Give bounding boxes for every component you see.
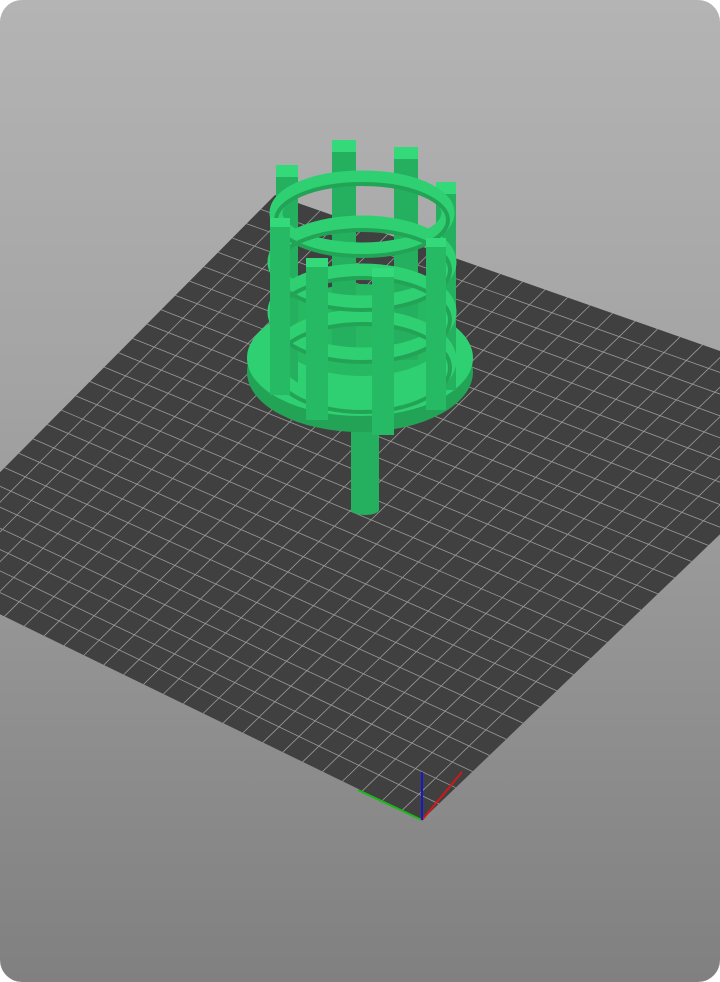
scene <box>0 140 720 821</box>
3d-viewport[interactable] <box>0 0 720 982</box>
model-stem <box>351 430 379 510</box>
